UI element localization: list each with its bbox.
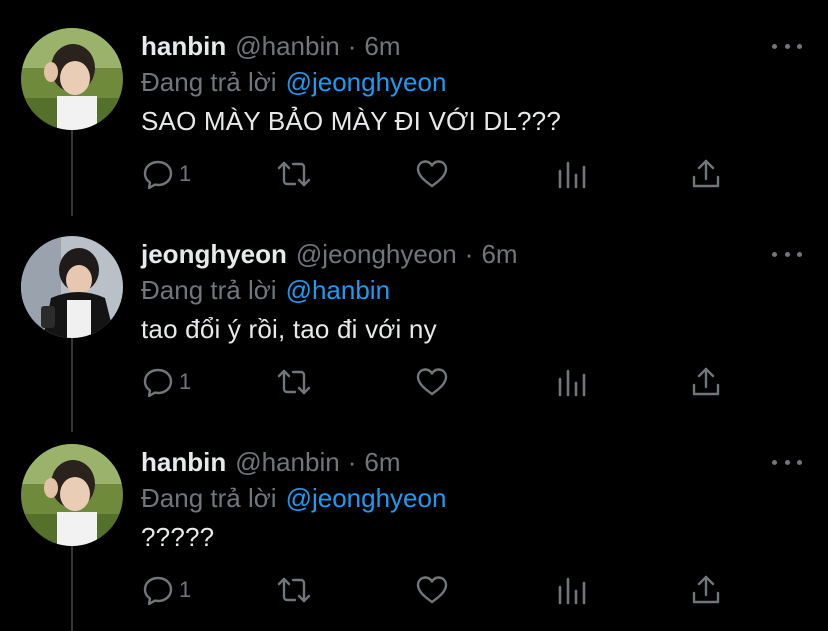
replying-to-label: Đang trả lời — [141, 482, 277, 513]
display-name[interactable]: hanbin — [141, 31, 226, 62]
like-icon — [416, 160, 448, 188]
retweet-button[interactable] — [275, 570, 313, 610]
tweet-text: tao đổi ý rồi, tao đi với ny — [141, 314, 437, 344]
tweet[interactable]: hanbin @hanbin · 6m Đang trả lời @jeongh… — [0, 4, 828, 212]
tweet-header: jeonghyeon @jeonghyeon · 6m — [141, 236, 518, 272]
tweet-header: hanbin @hanbin · 6m — [141, 444, 401, 480]
tweet-text: ????? — [141, 522, 215, 552]
share-icon — [692, 159, 720, 188]
more-options-icon[interactable] — [772, 450, 802, 474]
replying-to-label: Đang trả lời — [141, 66, 277, 97]
share-button[interactable] — [689, 154, 723, 194]
share-icon — [692, 575, 720, 604]
share-button[interactable] — [689, 362, 723, 402]
mention-link[interactable]: @jeonghyeon — [286, 483, 447, 514]
avatar[interactable] — [21, 236, 123, 338]
like-icon — [416, 576, 448, 604]
separator-dot: · — [347, 30, 357, 61]
user-handle[interactable]: @hanbin — [235, 31, 339, 62]
replying-to: Đang trả lời @hanbin — [141, 272, 390, 308]
reply-icon — [143, 576, 173, 606]
replying-to: Đang trả lời @jeonghyeon — [141, 480, 446, 516]
retweet-button[interactable] — [275, 362, 313, 402]
more-options-icon[interactable] — [772, 34, 802, 58]
tweet-actions: 1 — [141, 362, 741, 402]
analytics-icon — [558, 577, 586, 605]
like-button[interactable] — [415, 362, 449, 402]
user-handle[interactable]: @hanbin — [235, 447, 339, 478]
replying-to-label: Đang trả lời — [141, 274, 277, 305]
reply-count: 1 — [179, 369, 192, 394]
reply-button[interactable]: 1 — [141, 154, 191, 194]
tweet-actions: 1 — [141, 154, 741, 194]
retweet-icon — [277, 369, 311, 395]
reply-count: 1 — [179, 577, 192, 602]
analytics-icon — [558, 369, 586, 397]
retweet-button[interactable] — [275, 154, 313, 194]
analytics-icon — [558, 161, 586, 189]
tweet-header: hanbin @hanbin · 6m — [141, 28, 401, 64]
reply-icon — [143, 160, 173, 190]
timestamp[interactable]: 6m — [481, 239, 517, 270]
tweet[interactable]: hanbin @hanbin · 6m Đang trả lời @jeongh… — [0, 420, 828, 628]
display-name[interactable]: jeonghyeon — [141, 239, 287, 270]
display-name[interactable]: hanbin — [141, 447, 226, 478]
mention-link[interactable]: @hanbin — [286, 275, 390, 306]
tweet-actions: 1 — [141, 570, 741, 610]
timestamp[interactable]: 6m — [364, 447, 400, 478]
analytics-button[interactable] — [555, 362, 589, 402]
share-icon — [692, 367, 720, 396]
tweet[interactable]: jeonghyeon @jeonghyeon · 6m Đang trả lời… — [0, 212, 828, 420]
avatar[interactable] — [21, 28, 123, 130]
timestamp[interactable]: 6m — [364, 31, 400, 62]
like-button[interactable] — [415, 570, 449, 610]
retweet-icon — [277, 577, 311, 603]
user-handle[interactable]: @jeonghyeon — [296, 239, 457, 270]
reply-count: 1 — [179, 161, 192, 186]
like-button[interactable] — [415, 154, 449, 194]
more-options-icon[interactable] — [772, 242, 802, 266]
tweet-text: SAO MÀY BẢO MÀY ĐI VỚI DL??? — [141, 106, 561, 136]
separator-dot: · — [347, 446, 357, 477]
separator-dot: · — [464, 238, 474, 269]
like-icon — [416, 368, 448, 396]
avatar[interactable] — [21, 444, 123, 546]
retweet-icon — [277, 161, 311, 187]
reply-button[interactable]: 1 — [141, 362, 191, 402]
analytics-button[interactable] — [555, 570, 589, 610]
reply-button[interactable]: 1 — [141, 570, 191, 610]
share-button[interactable] — [689, 570, 723, 610]
analytics-button[interactable] — [555, 154, 589, 194]
reply-icon — [143, 368, 173, 398]
replying-to: Đang trả lời @jeonghyeon — [141, 64, 446, 100]
mention-link[interactable]: @jeonghyeon — [286, 67, 447, 98]
